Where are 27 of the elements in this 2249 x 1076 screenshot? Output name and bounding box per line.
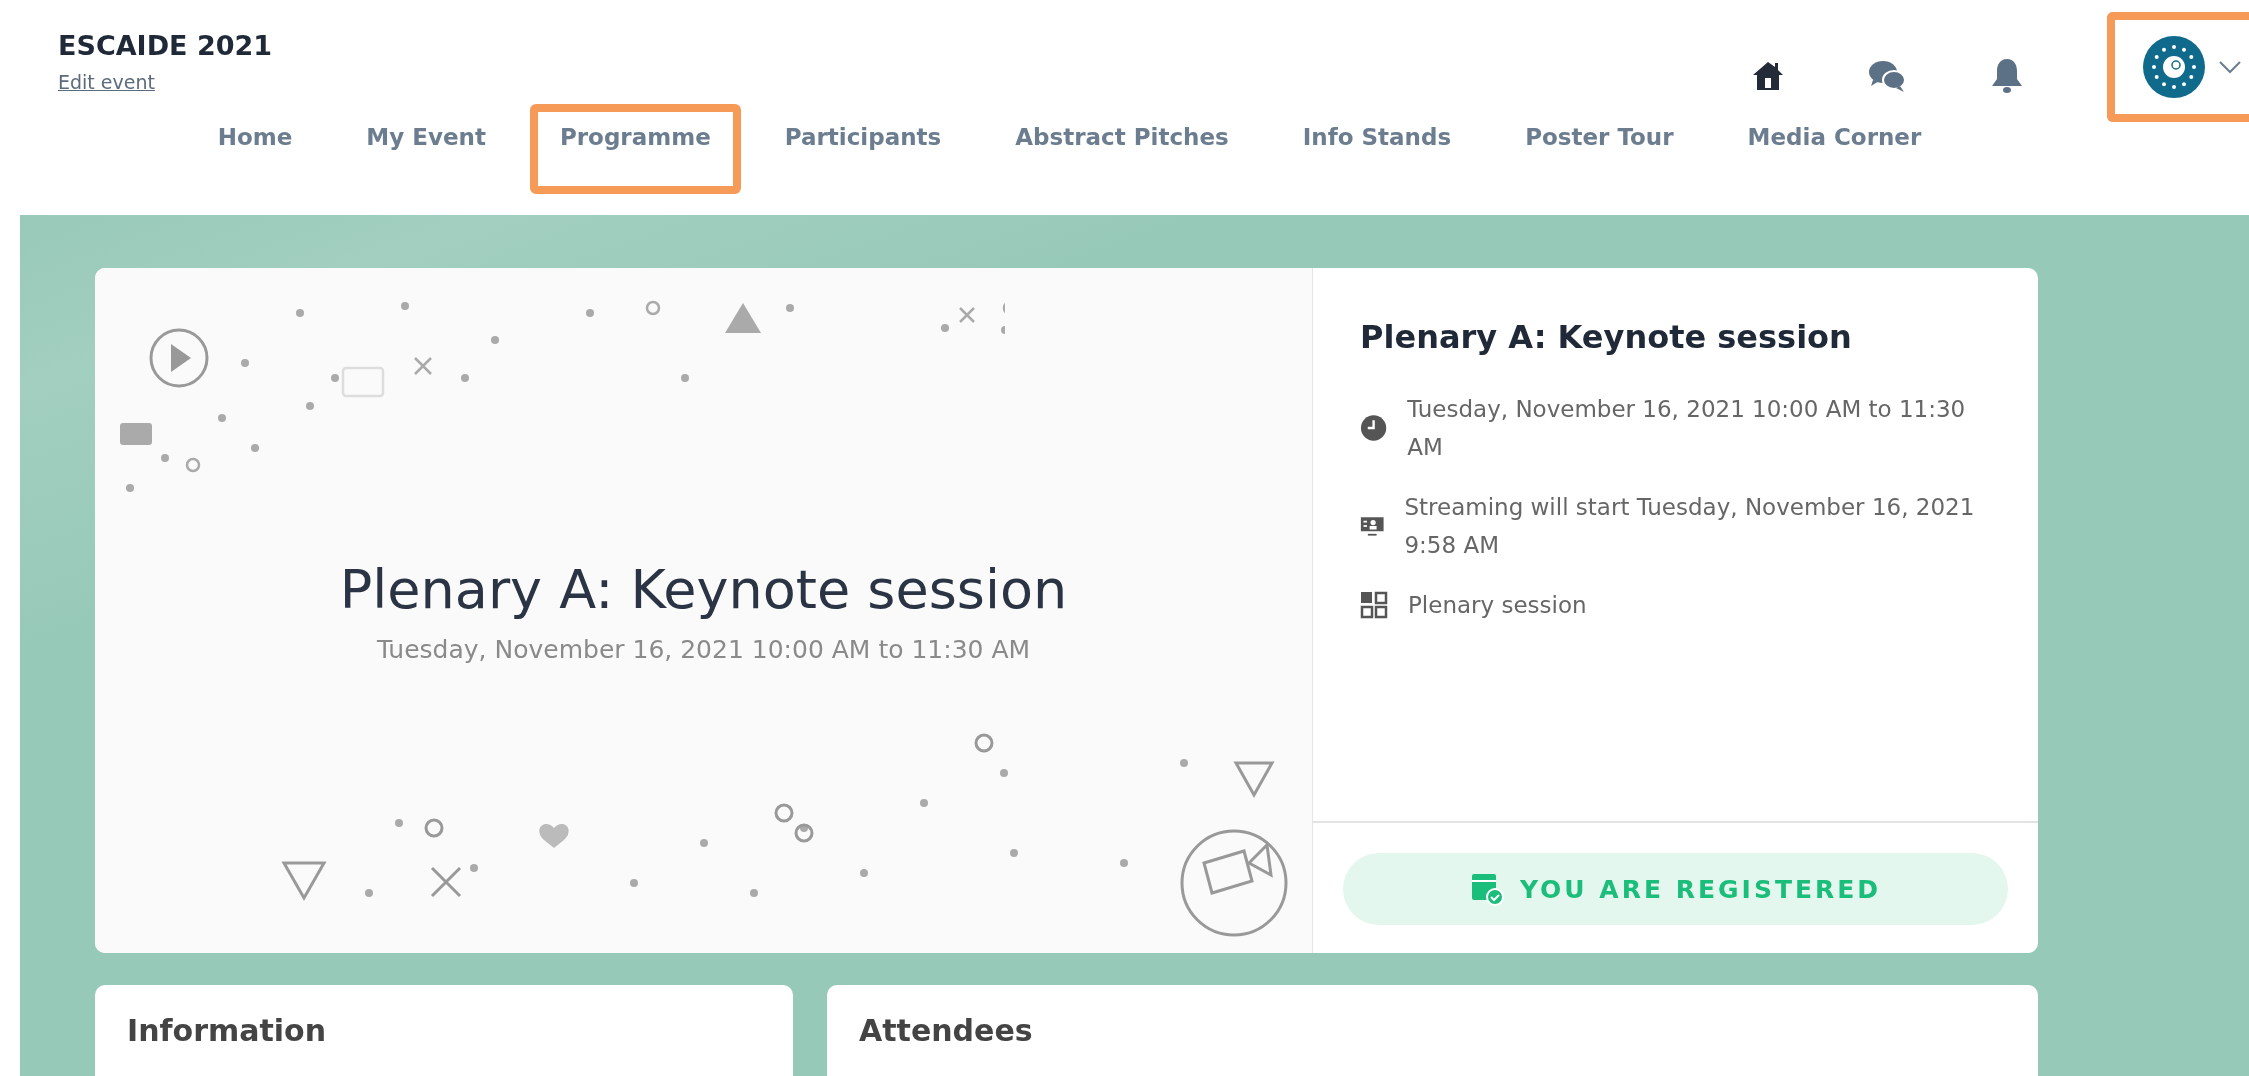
nav-link[interactable]: Media Corner <box>1717 104 1952 194</box>
session-detail-text: Plenary session <box>1408 591 1587 620</box>
home-icon[interactable] <box>1751 59 1785 93</box>
nav-link[interactable]: Participants <box>754 104 972 194</box>
session-detail-text: Tuesday, November 16, 2021 10:00 AM to 11:30 AM <box>1407 395 1967 462</box>
nav-link[interactable]: Info Stands <box>1272 104 1482 194</box>
notification-bell-icon[interactable] <box>1989 57 2025 95</box>
chat-bubbles-icon[interactable] <box>1867 58 1907 94</box>
banner-session-date: Tuesday, November 16, 2021 10:00 AM to 11:30 AM <box>376 634 1031 664</box>
panel-title: Information <box>127 1013 328 1048</box>
calendar-check-icon <box>1469 872 1504 906</box>
banner-session-title: Plenary A: Keynote session <box>339 557 1068 621</box>
nav-link[interactable]: Abstract Pitches <box>985 104 1259 194</box>
nav-link[interactable]: Home <box>187 104 323 194</box>
nav-link[interactable]: My Event <box>336 104 516 194</box>
nav-link[interactable]: Programme <box>529 104 741 194</box>
profile-menu[interactable] <box>2107 12 2249 122</box>
session-detail-text: Streaming will start Tuesday, November 16, 2021 9:58 AM <box>1404 493 1976 560</box>
clock-icon <box>1360 414 1388 442</box>
registered-button[interactable]: YOU ARE REGISTERED <box>1343 853 2008 925</box>
chevron-down-icon <box>2219 60 2241 74</box>
category-grid-icon <box>1360 591 1388 619</box>
panel-title: Attendees <box>859 1013 1034 1048</box>
session-title: Plenary A: Keynote session <box>1360 318 1853 356</box>
edit-event-link[interactable]: Edit event <box>58 71 273 93</box>
nav-link[interactable]: Poster Tour <box>1495 104 1704 194</box>
event-title: ESCAIDE 2021 <box>58 30 273 61</box>
